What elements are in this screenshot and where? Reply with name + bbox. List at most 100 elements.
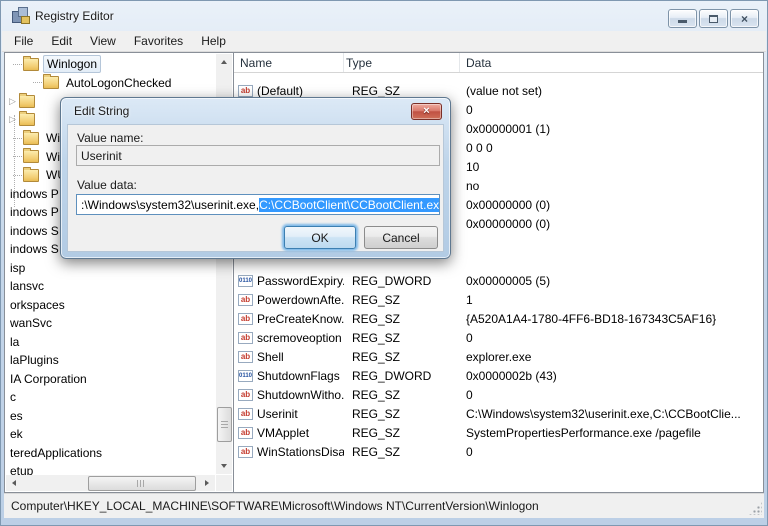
value-row-shutdownwitho[interactable]: abShutdownWitho...REG_SZ0 xyxy=(234,385,763,404)
value-data: 0 xyxy=(460,445,763,459)
arrow-right-icon xyxy=(205,480,209,486)
dword-value-icon: 0110 xyxy=(238,370,253,382)
tree-item-indows-s[interactable]: indows S xyxy=(7,222,62,240)
folder-icon xyxy=(19,95,35,108)
value-row-scremoveoption[interactable]: abscremoveoptionREG_SZ0 xyxy=(234,328,763,347)
ok-button[interactable]: OK xyxy=(284,226,356,249)
column-header-name[interactable]: Name xyxy=(238,53,344,72)
value-name: PreCreateKnow... xyxy=(257,312,344,326)
value-row-passwordexpiry[interactable]: 0110PasswordExpiry...REG_DWORD0x00000005… xyxy=(234,271,763,290)
resize-grip[interactable] xyxy=(749,502,762,515)
menu-item-help[interactable]: Help xyxy=(192,31,235,51)
column-header-type[interactable]: Type xyxy=(344,53,460,72)
tree-item-la[interactable]: la xyxy=(7,333,22,351)
tree-item-winlogon[interactable]: Winlogon xyxy=(13,55,101,73)
value-data-label: Value data: xyxy=(77,178,137,192)
arrow-down-icon xyxy=(221,464,227,468)
close-icon: × xyxy=(423,106,429,117)
close-button[interactable]: × xyxy=(730,9,759,28)
edit-string-dialog: Edit String × Value name: Userinit Value… xyxy=(60,97,451,259)
value-row-winstationsdisa[interactable]: abWinStationsDisa...REG_SZ0 xyxy=(234,442,763,461)
horizontal-scroll-thumb[interactable] xyxy=(88,476,196,491)
title-bar[interactable]: Registry Editor × xyxy=(1,1,767,31)
minimize-button[interactable] xyxy=(668,9,697,28)
string-value-icon: ab xyxy=(238,332,253,344)
tree-item-indows-p[interactable]: indows P xyxy=(7,203,62,221)
value-type: REG_SZ xyxy=(344,388,460,402)
tree-item-label: ek xyxy=(7,426,26,442)
string-value-icon: ab xyxy=(238,294,253,306)
tree-item-orkspaces[interactable]: orkspaces xyxy=(7,296,68,314)
value-type: REG_SZ xyxy=(344,312,460,326)
menu-item-view[interactable]: View xyxy=(81,31,125,51)
value-row-shutdownflags[interactable]: 0110ShutdownFlagsREG_DWORD0x0000002b (43… xyxy=(234,366,763,385)
value-type: REG_SZ xyxy=(344,426,460,440)
value-data: no xyxy=(460,179,763,193)
value-data-text: :\Windows\system32\userinit.exe, xyxy=(81,198,259,212)
tree-item-laplugins[interactable]: laPlugins xyxy=(7,351,62,369)
value-data-selected-text: C:\CCBootClient\CCBootClient.exe -init, xyxy=(259,198,440,212)
menu-item-favorites[interactable]: Favorites xyxy=(125,31,192,51)
arrow-left-icon xyxy=(12,480,16,486)
registry-editor-icon xyxy=(12,7,29,24)
tree-item-autologonchecked[interactable]: AutoLogonChecked xyxy=(33,74,174,92)
tree-item-indows-s[interactable]: indows S xyxy=(7,240,62,258)
tree-item-c[interactable]: c xyxy=(7,388,19,406)
tree-item[interactable]: ▷ xyxy=(9,92,39,110)
value-name: scremoveoption xyxy=(257,331,344,345)
tree-item-label: indows P xyxy=(7,204,62,220)
vertical-scroll-thumb[interactable] xyxy=(217,407,232,442)
value-name: ShutdownFlags xyxy=(257,369,344,383)
tree-item-label: la xyxy=(7,334,22,350)
dialog-close-button[interactable]: × xyxy=(411,103,442,120)
value-row-vmapplet[interactable]: abVMAppletREG_SZSystemPropertiesPerforma… xyxy=(234,423,763,442)
maximize-button[interactable] xyxy=(699,9,728,28)
value-name-field[interactable]: Userinit xyxy=(76,145,440,166)
value-data: explorer.exe xyxy=(460,350,763,364)
string-value-icon: ab xyxy=(238,351,253,363)
value-data-field[interactable]: :\Windows\system32\userinit.exe,C:\CCBoo… xyxy=(76,194,440,215)
folder-icon xyxy=(19,113,35,126)
tree-item-ia-corporation[interactable]: IA Corporation xyxy=(7,370,90,388)
tree-item-isp[interactable]: isp xyxy=(7,259,28,277)
tree-item-es[interactable]: es xyxy=(7,407,26,425)
folder-icon xyxy=(43,76,59,89)
string-value-icon: ab xyxy=(238,446,253,458)
expand-arrow-icon[interactable]: ▷ xyxy=(9,96,18,107)
tree-item-teredapplications[interactable]: teredApplications xyxy=(7,444,105,462)
tree-item-label: lansvc xyxy=(7,278,47,294)
expand-arrow-icon[interactable]: ▷ xyxy=(9,114,18,125)
value-row-precreateknow[interactable]: abPreCreateKnow...REG_SZ{A520A1A4-1780-4… xyxy=(234,309,763,328)
scroll-left-button[interactable] xyxy=(6,475,22,491)
tree-item-lansvc[interactable]: lansvc xyxy=(7,277,47,295)
scroll-down-button[interactable] xyxy=(216,458,232,474)
menu-item-file[interactable]: File xyxy=(5,31,42,51)
tree-horizontal-scrollbar[interactable] xyxy=(6,475,215,491)
cancel-button[interactable]: Cancel xyxy=(364,226,438,249)
string-value-icon: ab xyxy=(238,427,253,439)
value-data: C:\Windows\system32\userinit.exe,C:\CCBo… xyxy=(460,407,763,421)
scroll-up-button[interactable] xyxy=(216,54,232,70)
tree-connector xyxy=(13,138,22,139)
tree-item-label: IA Corporation xyxy=(7,371,90,387)
menu-item-edit[interactable]: Edit xyxy=(42,31,81,51)
value-row-powerdownafte[interactable]: abPowerdownAfte...REG_SZ1 xyxy=(234,290,763,309)
value-data: 0 0 0 xyxy=(460,141,763,155)
value-data: 1 xyxy=(460,293,763,307)
column-header-data[interactable]: Data xyxy=(460,53,763,72)
scroll-right-button[interactable] xyxy=(199,475,215,491)
tree-item-indows-p[interactable]: indows P xyxy=(7,185,62,203)
value-row-shell[interactable]: abShellREG_SZexplorer.exe xyxy=(234,347,763,366)
tree-item-label: indows S xyxy=(7,241,62,257)
values-header-row: NameTypeData xyxy=(234,53,763,73)
dialog-body: Value name: Userinit Value data: :\Windo… xyxy=(67,124,444,252)
value-row-userinit[interactable]: abUserinitREG_SZC:\Windows\system32\user… xyxy=(234,404,763,423)
tree-item-label: wanSvc xyxy=(7,315,55,331)
tree-item-wansvc[interactable]: wanSvc xyxy=(7,314,55,332)
tree-connector xyxy=(13,175,22,176)
tree-item[interactable]: ▷ xyxy=(9,111,39,129)
value-type: REG_DWORD xyxy=(344,274,460,288)
tree-item-ek[interactable]: ek xyxy=(7,425,26,443)
value-name: Shell xyxy=(257,350,344,364)
folder-icon xyxy=(23,150,39,163)
